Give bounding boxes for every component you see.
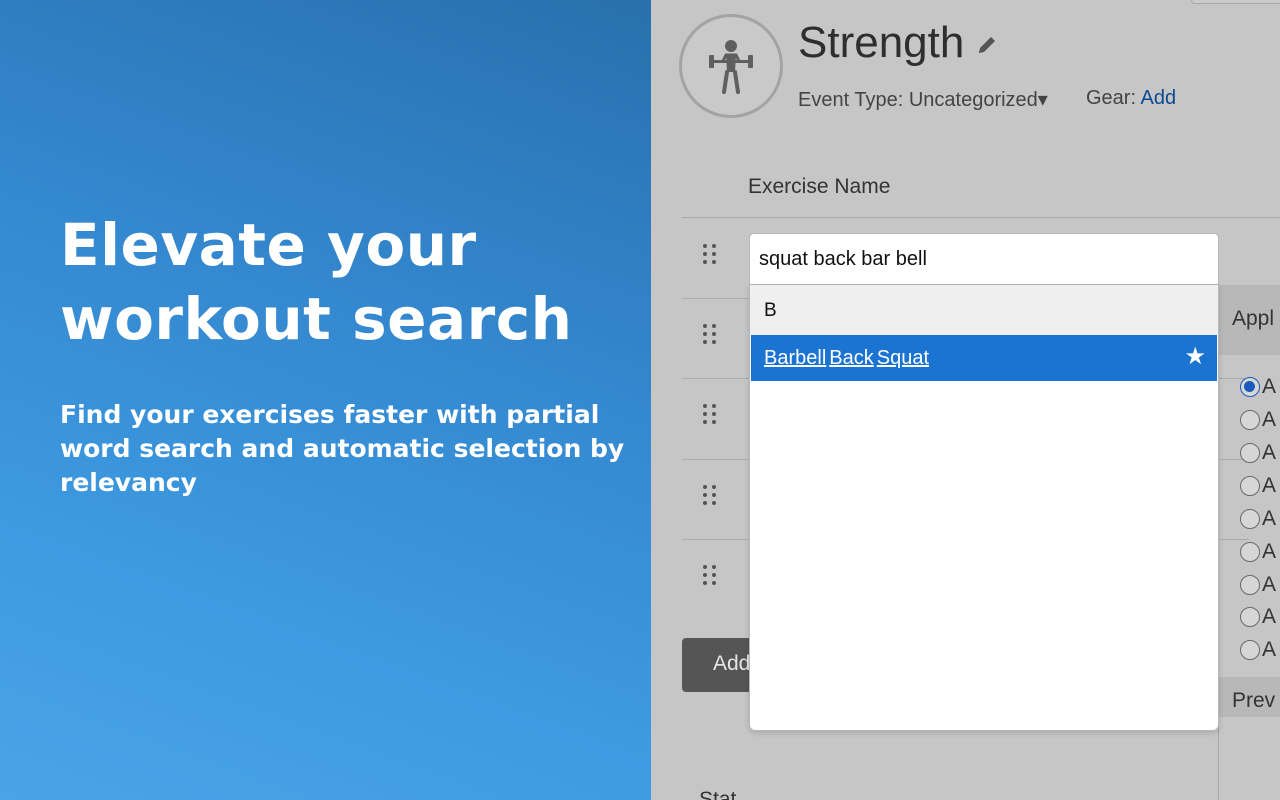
chevron-down-icon[interactable]: ▾ [1038, 89, 1048, 111]
result-word: Squat [876, 347, 929, 369]
gear-field: Gear: Add [1086, 87, 1176, 110]
side-option[interactable]: A [1240, 573, 1280, 595]
side-option[interactable]: A [1240, 638, 1280, 660]
radio[interactable] [1240, 640, 1260, 660]
promo-headline: Elevate your workout search [60, 211, 573, 353]
drag-handle-icon[interactable] [703, 404, 717, 428]
event-type-selector[interactable]: Event Type: Uncategorized▾ [798, 87, 1048, 112]
activity-title: Strength [798, 18, 965, 67]
divider [682, 217, 1280, 218]
add-gear-link[interactable]: Add [1140, 87, 1176, 109]
result-item-barbell-back-squat[interactable]: Barbell Back Squat ★ [751, 335, 1217, 381]
search-results-dropdown: B Barbell Back Squat ★ [749, 285, 1219, 731]
side-option[interactable]: A [1240, 375, 1280, 397]
pencil-icon[interactable] [976, 34, 998, 56]
side-option[interactable]: A [1240, 408, 1280, 430]
event-type-value[interactable]: Uncategorized [909, 89, 1038, 111]
side-option[interactable]: A [1240, 540, 1280, 562]
side-option[interactable]: A [1240, 474, 1280, 496]
preview-header: Prev [1219, 677, 1280, 717]
radio[interactable] [1240, 607, 1260, 627]
gear-label: Gear: [1086, 87, 1137, 109]
side-option[interactable]: A [1240, 605, 1280, 627]
promo-panel: Elevate your workout search Find your ex… [0, 0, 651, 800]
result-word: Back [829, 347, 874, 369]
promo-subtext: Find your exercises faster with partial … [60, 400, 625, 497]
side-option[interactable]: A [1240, 441, 1280, 463]
exercise-search-input[interactable] [749, 233, 1219, 285]
drag-handle-icon[interactable] [703, 485, 717, 509]
side-option[interactable]: A [1240, 507, 1280, 529]
radio[interactable] [1240, 476, 1260, 496]
radio-selected[interactable] [1240, 377, 1260, 397]
star-icon[interactable]: ★ [1184, 345, 1206, 369]
radio[interactable] [1240, 443, 1260, 463]
radio[interactable] [1240, 542, 1260, 562]
side-panel: Appl A A A A A A A A A Prev [1218, 285, 1280, 800]
drag-handle-icon[interactable] [703, 324, 717, 348]
top-button-edge[interactable] [1191, 0, 1280, 4]
result-word: Barbell [764, 347, 827, 369]
drag-handle-icon[interactable] [703, 565, 717, 589]
radio[interactable] [1240, 575, 1260, 595]
weightlifter-icon[interactable] [679, 14, 783, 118]
radio[interactable] [1240, 410, 1260, 430]
event-type-label: Event Type: [798, 89, 904, 111]
radio[interactable] [1240, 509, 1260, 529]
drag-handle-icon[interactable] [703, 244, 717, 268]
results-group-header: B [750, 285, 1218, 335]
side-panel-header: Appl [1219, 285, 1280, 355]
status-label: Stat [699, 788, 737, 800]
exercise-name-header: Exercise Name [748, 175, 891, 198]
